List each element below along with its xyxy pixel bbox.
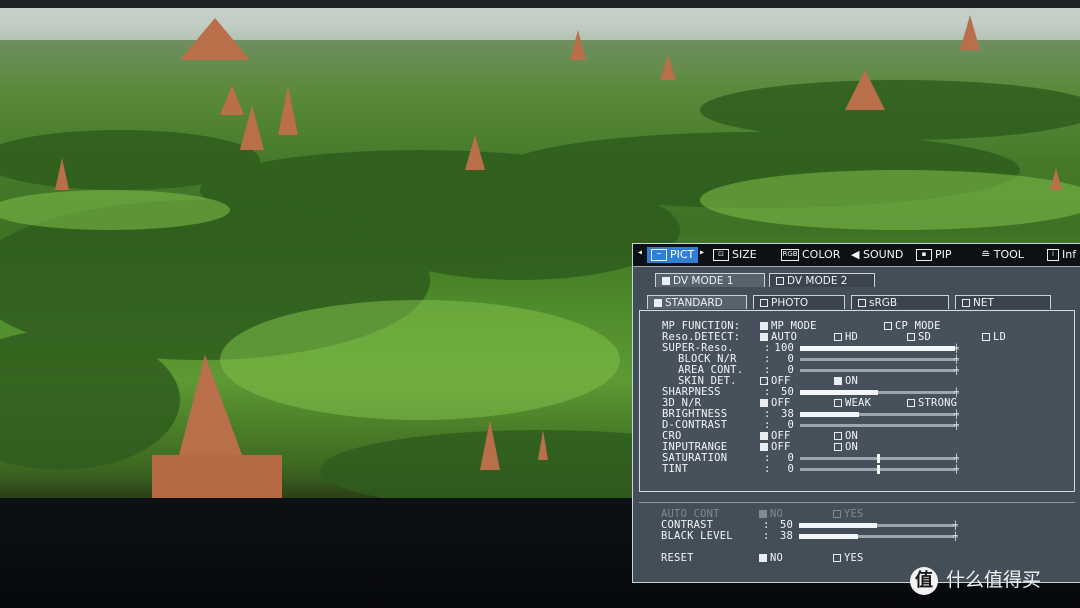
slider-end-icon: ╪ [953, 366, 959, 375]
menu-item-tool[interactable]: ≘ TOOL [981, 247, 1024, 263]
option-3dnr-strong[interactable]: STRONG [907, 398, 957, 409]
menu-item-size[interactable]: ⊡ SIZE [713, 247, 757, 263]
option-hd[interactable]: HD [834, 332, 858, 343]
rgb-color-icon: RGB [781, 249, 799, 261]
slider-end-icon: ╪ [953, 454, 959, 463]
tint-slider[interactable]: ╪ [800, 465, 959, 474]
picture-icon: ~ [651, 249, 667, 261]
slider-fill [800, 412, 859, 417]
slider-fill [799, 523, 877, 528]
tab-photo[interactable]: PHOTO [753, 295, 845, 309]
slider-end-icon: ╪ [953, 355, 959, 364]
pip-icon: ▪ [916, 249, 932, 261]
contrast-slider[interactable]: ╪ [799, 521, 958, 530]
radio-icon [759, 554, 767, 562]
slider-handle [876, 454, 880, 463]
slider-fill [800, 390, 878, 395]
option-reset-no[interactable]: NO [759, 553, 783, 564]
slider-handle [876, 465, 880, 474]
watermark-text: 什么值得买 [946, 569, 1042, 591]
osd-menu: ◂ ~ PICT ▸ ⊡ SIZE RGB COLOR ◀ SOUND ▪ PIP ≘ … [632, 243, 1080, 583]
radio-icon [834, 443, 842, 451]
super-reso-slider[interactable]: ╪ [800, 344, 959, 353]
radio-icon [760, 443, 768, 451]
option-reset-yes[interactable]: YES [833, 553, 864, 564]
option-3dnr-weak[interactable]: WEAK [834, 398, 871, 409]
menu-item-info[interactable]: i Inf [1047, 247, 1076, 263]
checkbox-icon [654, 299, 662, 307]
osd-top-menu-bar: ◂ ~ PICT ▸ ⊡ SIZE RGB COLOR ◀ SOUND ▪ PIP ≘ … [633, 244, 1080, 267]
menu-item-color[interactable]: RGB COLOR [781, 247, 840, 263]
radio-icon [907, 333, 915, 341]
checkbox-icon [776, 277, 784, 285]
option-inputrange-on[interactable]: ON [834, 442, 858, 453]
watermark-logo-icon: 值 [910, 566, 938, 595]
slider-fill [799, 534, 858, 539]
radio-icon [760, 377, 768, 385]
checkbox-icon [662, 277, 670, 285]
radio-icon [760, 322, 768, 330]
slider-fill [800, 346, 955, 351]
tab-standard[interactable]: STANDARD [647, 295, 747, 309]
tab-dv-mode-2[interactable]: DV MODE 2 [769, 273, 875, 287]
radio-icon [759, 510, 767, 518]
radio-icon [833, 510, 841, 518]
tab-net[interactable]: NET [955, 295, 1051, 309]
area-cont-slider[interactable]: ╪ [800, 366, 959, 375]
tab-dv-mode-1[interactable]: DV MODE 1 [655, 273, 765, 287]
tool-icon: ≘ [981, 248, 994, 261]
radio-icon [907, 399, 915, 407]
size-icon: ⊡ [713, 249, 729, 261]
slider-end-icon: ╪ [953, 344, 959, 353]
menu-item-pip[interactable]: ▪ PIP [916, 247, 952, 263]
radio-icon [833, 554, 841, 562]
monitor-top-bezel [0, 0, 1080, 8]
option-cp-mode[interactable]: CP MODE [884, 321, 941, 332]
right-arrow-icon[interactable]: ▸ [699, 247, 705, 258]
settings-panel: MP FUNCTION: MP MODE CP MODE Reso.DETECT… [639, 310, 1075, 492]
radio-icon [834, 432, 842, 440]
radio-icon [760, 333, 768, 341]
brightness-slider[interactable]: ╪ [800, 410, 959, 419]
radio-icon [760, 432, 768, 440]
radio-icon [884, 322, 892, 330]
checkbox-icon [760, 299, 768, 307]
slider-end-icon: ╪ [952, 521, 958, 530]
option-auto-cont-yes[interactable]: YES [833, 509, 864, 520]
left-arrow-icon[interactable]: ◂ [637, 247, 643, 258]
block-nr-slider[interactable]: ╪ [800, 355, 959, 364]
d-contrast-slider[interactable]: ╪ [800, 421, 959, 430]
info-icon: i [1047, 249, 1059, 261]
watermark: 值什么值得买 [910, 564, 1041, 596]
black-level-slider[interactable]: ╪ [799, 532, 958, 541]
menu-item-sound[interactable]: ◀ SOUND [851, 247, 903, 263]
radio-icon [760, 399, 768, 407]
option-skin-on[interactable]: ON [834, 376, 858, 387]
speaker-icon: ◀ [851, 248, 863, 261]
slider-end-icon: ╪ [953, 465, 959, 474]
option-sd[interactable]: SD [907, 332, 931, 343]
menu-item-pict[interactable]: ~ PICT [647, 247, 699, 263]
slider-end-icon: ╪ [952, 532, 958, 541]
radio-icon [834, 377, 842, 385]
tab-srgb[interactable]: sRGB [851, 295, 949, 309]
saturation-slider[interactable]: ╪ [800, 454, 959, 463]
radio-icon [982, 333, 990, 341]
checkbox-icon [962, 299, 970, 307]
slider-end-icon: ╪ [953, 421, 959, 430]
radio-icon [834, 333, 842, 341]
slider-end-icon: ╪ [953, 410, 959, 419]
slider-end-icon: ╪ [953, 388, 959, 397]
sharpness-slider[interactable]: ╪ [800, 388, 959, 397]
radio-icon [834, 399, 842, 407]
option-ld[interactable]: LD [982, 332, 1006, 343]
checkbox-icon [858, 299, 866, 307]
